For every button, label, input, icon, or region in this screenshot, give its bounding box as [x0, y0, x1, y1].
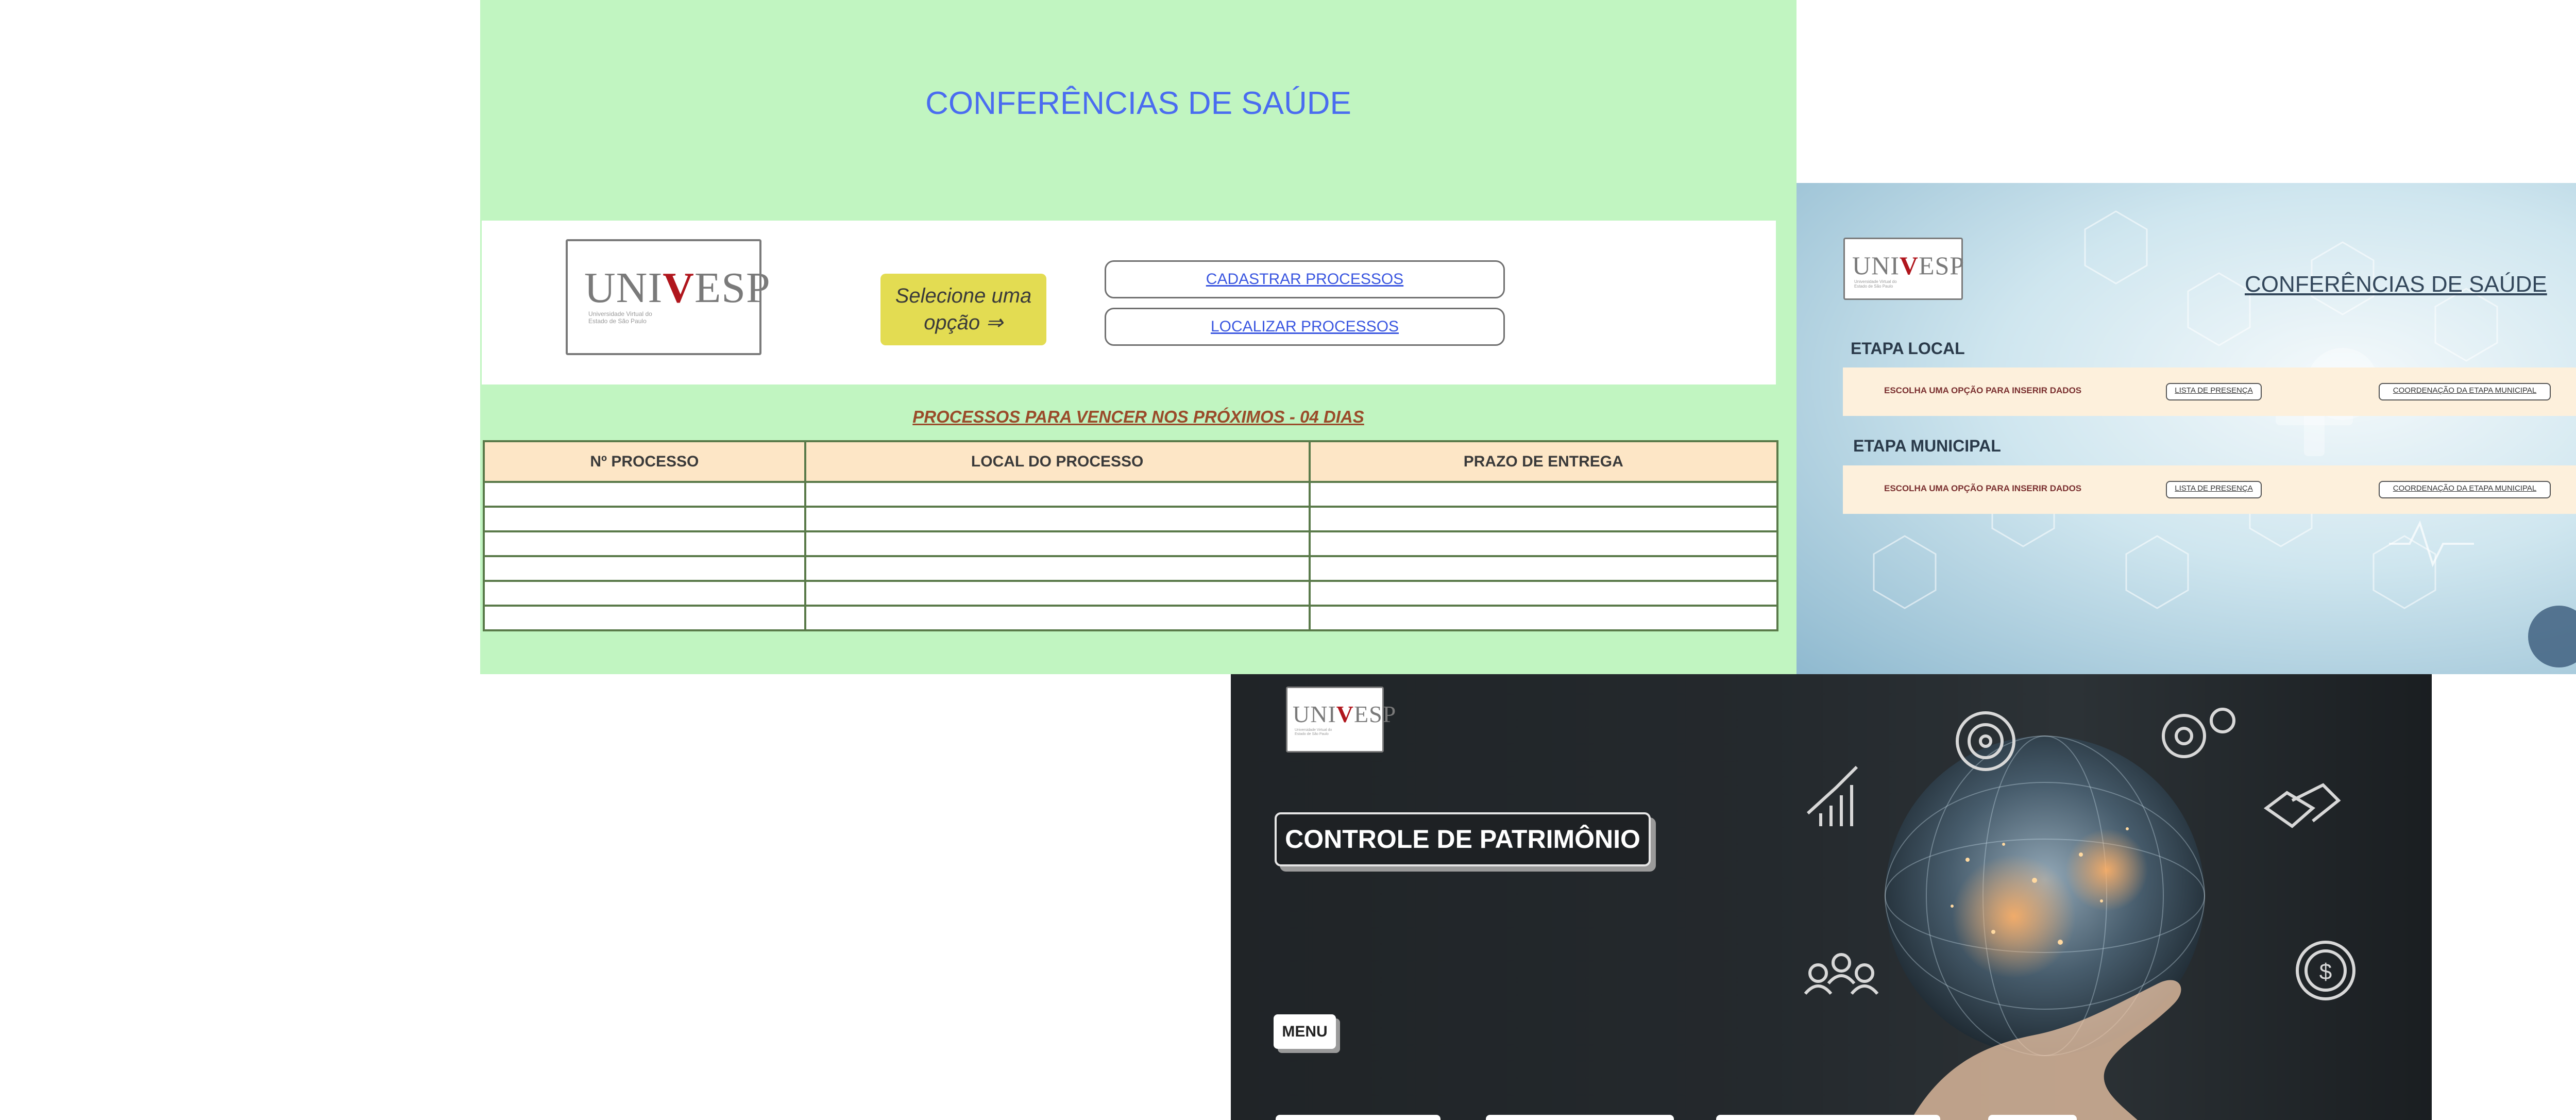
- gear-icon: [2162, 708, 2235, 758]
- municipal-stage-heading: ETAPA MUNICIPAL: [1853, 437, 2001, 455]
- table-cell[interactable]: [483, 481, 806, 508]
- health-conference-screen: UNIVESP Universidade Virtual do Estado d…: [1797, 183, 2576, 674]
- table-row: [483, 580, 1779, 607]
- table-cell[interactable]: [483, 605, 806, 631]
- table-cell[interactable]: [804, 555, 1311, 582]
- page-title: CONTROLE DE PATRIMÔNIO: [1275, 812, 1651, 866]
- toolbar-band: UNIVESP Universidade Virtual do Estado d…: [482, 221, 1776, 385]
- logo-wordmark: UNIVESP: [1852, 251, 1965, 280]
- due-processes-table: Nº PROCESSO LOCAL DO PROCESSO PRAZO DE E…: [483, 440, 1779, 631]
- bottom-button[interactable]: [1716, 1115, 1940, 1120]
- univesp-logo: UNIVESP Universidade Virtual do Estado d…: [1843, 238, 1965, 300]
- table-row: [483, 605, 1779, 631]
- due-processes-heading: PROCESSOS PARA VENCER NOS PRÓXIMOS - 04 …: [912, 407, 1364, 426]
- col-process-location: LOCAL DO PROCESSO: [804, 440, 1311, 483]
- univesp-logo: UNIVESP Universidade Virtual do Estado d…: [566, 239, 770, 355]
- table-cell[interactable]: [483, 506, 806, 532]
- logo-subtitle: Universidade Virtual do Estado de São Pa…: [1854, 279, 1897, 289]
- digital-globe-background: $: [1804, 708, 2355, 1120]
- table-cell[interactable]: [804, 530, 1311, 557]
- page-title: CONFERÊNCIAS DE SAÚDE: [925, 86, 1351, 121]
- table-row: [483, 506, 1779, 532]
- bottom-button[interactable]: [1486, 1115, 1674, 1120]
- menu-button[interactable]: MENU: [1274, 1014, 1336, 1049]
- table-cell[interactable]: [1308, 580, 1779, 607]
- svg-text:$: $: [2319, 959, 2332, 984]
- table-cell[interactable]: [1308, 555, 1779, 582]
- table-cell[interactable]: [804, 481, 1311, 508]
- bottom-button[interactable]: [1988, 1115, 2077, 1120]
- bar-chart-icon: [1806, 765, 1858, 826]
- handshake-icon: [2263, 783, 2341, 828]
- col-process-number: Nº PROCESSO: [483, 440, 806, 483]
- table-cell[interactable]: [1308, 530, 1779, 557]
- logo-subtitle: Universidade Virtual do Estado de São Pa…: [1295, 728, 1332, 737]
- attendance-list-button[interactable]: LISTA DE PRESENÇA: [2166, 481, 2262, 498]
- register-processes-button[interactable]: CADASTRAR PROCESSOS: [1105, 260, 1505, 298]
- logo-wordmark: UNIVESP: [584, 264, 771, 312]
- select-option-label: Selecione uma opção ⇒: [880, 274, 1046, 345]
- table-cell[interactable]: [483, 580, 806, 607]
- people-icon: [1804, 953, 1879, 995]
- table-header-row: Nº PROCESSO LOCAL DO PROCESSO PRAZO DE E…: [483, 440, 1779, 483]
- table-row: [483, 555, 1779, 582]
- table-cell[interactable]: [804, 580, 1311, 607]
- univesp-logo: UNIVESP Universidade Virtual do Estado d…: [1286, 687, 1396, 753]
- page-title-link[interactable]: CONFERÊNCIAS DE SAÚDE: [2245, 272, 2547, 297]
- logo-subtitle: Universidade Virtual do Estado de São Pa…: [588, 310, 652, 325]
- choose-option-note: ESCOLHA UMA OPÇÃO PARA INSERIR DADOS: [1884, 386, 2082, 395]
- table-row: [483, 530, 1779, 557]
- table-cell[interactable]: [483, 530, 806, 557]
- table-cell[interactable]: [483, 555, 806, 582]
- choose-option-note: ESCOLHA UMA OPÇÃO PARA INSERIR DADOS: [1884, 483, 2082, 493]
- municipal-coordination-button[interactable]: COORDENAÇÃO DA ETAPA MUNICIPAL: [2379, 481, 2551, 498]
- col-due-date: PRAZO DE ENTREGA: [1308, 440, 1779, 483]
- municipal-coordination-button[interactable]: COORDENAÇÃO DA ETAPA MUNICIPAL: [2379, 383, 2551, 400]
- table-cell[interactable]: [1308, 605, 1779, 631]
- local-stage-heading: ETAPA LOCAL: [1851, 339, 1965, 358]
- table-row: [483, 481, 1779, 508]
- table-cell[interactable]: [804, 506, 1311, 532]
- process-screen: CONFERÊNCIAS DE SAÚDE UNIVESP Universida…: [480, 0, 1797, 674]
- find-processes-button[interactable]: LOCALIZAR PROCESSOS: [1105, 308, 1505, 346]
- table-cell[interactable]: [804, 605, 1311, 631]
- table-cell[interactable]: [1308, 481, 1779, 508]
- local-stage-options: ESCOLHA UMA OPÇÃO PARA INSERIR DADOS LIS…: [1843, 367, 2576, 416]
- attendance-list-button[interactable]: LISTA DE PRESENÇA: [2166, 383, 2262, 400]
- logo-wordmark: UNIVESP: [1293, 701, 1397, 727]
- asset-control-screen: $ UNIVESP Universidade Virtual do Estado…: [1231, 674, 2432, 1120]
- municipal-stage-options: ESCOLHA UMA OPÇÃO PARA INSERIR DADOS LIS…: [1843, 465, 2576, 514]
- table-cell[interactable]: [1308, 506, 1779, 532]
- bottom-button[interactable]: [1276, 1115, 1440, 1120]
